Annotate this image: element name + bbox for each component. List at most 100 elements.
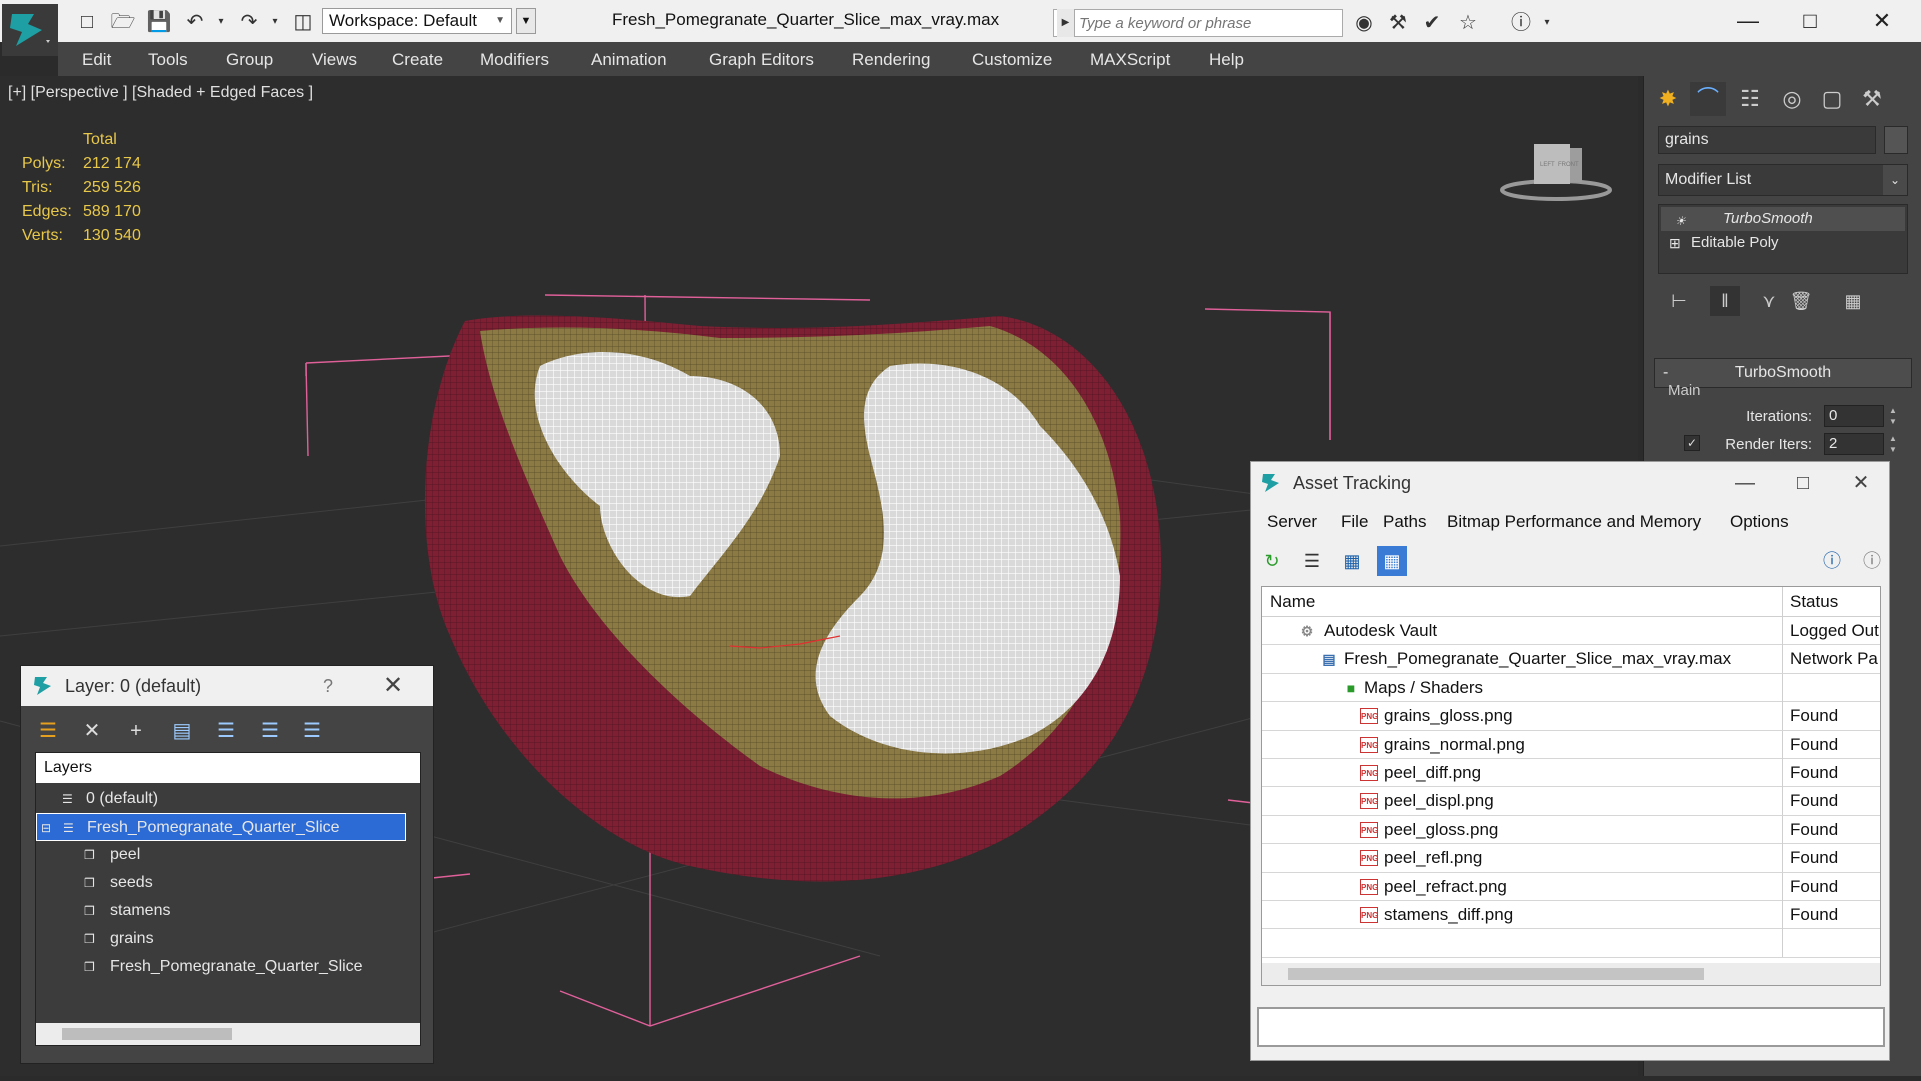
- lightbulb-icon[interactable]: ☀: [1675, 209, 1686, 233]
- search-expand-icon[interactable]: ▶: [1057, 9, 1075, 37]
- maximize-button[interactable]: □: [1790, 6, 1830, 36]
- utilities-tab-icon[interactable]: ⚒: [1854, 82, 1890, 116]
- redo-dropdown-icon[interactable]: ▾: [262, 10, 288, 34]
- delete-layer-icon[interactable]: ✕: [77, 716, 107, 746]
- asset-row[interactable]: PNG peel_refract.png Found: [1262, 872, 1880, 901]
- menu-server[interactable]: Server: [1267, 512, 1317, 532]
- object-row[interactable]: ❒ seeds: [36, 869, 406, 897]
- asset-row[interactable]: PNG peel_gloss.png Found: [1262, 815, 1880, 845]
- new-file-icon[interactable]: □: [74, 10, 100, 34]
- layer-row-selected[interactable]: ⊟ ☰ Fresh_Pomegranate_Quarter_Slice: [36, 813, 406, 841]
- menu-rendering[interactable]: Rendering: [852, 50, 930, 70]
- workspace-dropdown[interactable]: Workspace: Default ▼: [322, 8, 512, 34]
- context-help-icon[interactable]: ⓘ: [1857, 546, 1887, 576]
- highlight-layer-icon[interactable]: ☰: [211, 716, 241, 746]
- maximize-button[interactable]: □: [1779, 462, 1827, 504]
- close-icon[interactable]: ✕: [383, 666, 403, 706]
- help-dropdown-icon[interactable]: ▾: [1534, 11, 1560, 35]
- asset-row[interactable]: PNG grains_normal.png Found: [1262, 730, 1880, 759]
- object-row[interactable]: ❒ stamens: [36, 897, 406, 925]
- menu-maxscript[interactable]: MAXScript: [1090, 50, 1170, 70]
- menu-create[interactable]: Create: [392, 50, 443, 70]
- communication-center-icon[interactable]: ✔: [1419, 11, 1445, 35]
- create-layer-icon[interactable]: ☰: [33, 716, 63, 746]
- render-iters-checkbox[interactable]: ✓: [1684, 435, 1700, 451]
- table-view-icon[interactable]: ▦: [1377, 546, 1407, 576]
- project-folder-icon[interactable]: ◫: [290, 10, 316, 34]
- make-unique-icon[interactable]: ⋎: [1754, 286, 1784, 316]
- open-file-icon[interactable]: 🗁: [110, 10, 136, 34]
- save-icon[interactable]: 💾: [146, 10, 172, 34]
- viewport-label[interactable]: [+] [Perspective ] [Shaded + Edged Faces…: [8, 84, 313, 102]
- select-objects-icon[interactable]: ▤: [167, 716, 197, 746]
- freeze-layers-icon[interactable]: ☰: [297, 716, 327, 746]
- menu-help[interactable]: Help: [1209, 50, 1244, 70]
- pin-stack-icon[interactable]: ⊢: [1664, 286, 1694, 316]
- render-iters-input[interactable]: 2: [1824, 433, 1884, 455]
- tools-icon[interactable]: ⚒: [1385, 11, 1411, 35]
- menu-bitmap-performance[interactable]: Bitmap Performance and Memory: [1447, 512, 1701, 532]
- object-color-swatch[interactable]: [1884, 126, 1908, 154]
- show-end-result-icon[interactable]: ‖: [1710, 286, 1740, 316]
- app-logo-icon[interactable]: [2, 4, 58, 56]
- scrollbar-thumb[interactable]: [1288, 968, 1704, 980]
- menu-customize[interactable]: Customize: [972, 50, 1052, 70]
- menu-group[interactable]: Group: [226, 50, 273, 70]
- menu-edit[interactable]: Edit: [82, 50, 111, 70]
- iterations-input[interactable]: 0: [1824, 405, 1884, 427]
- horizontal-scrollbar[interactable]: [1262, 963, 1880, 985]
- tree-view-icon[interactable]: ▦: [1337, 546, 1367, 576]
- asset-row[interactable]: ▤ Fresh_Pomegranate_Quarter_Slice_max_vr…: [1262, 645, 1880, 674]
- asset-row[interactable]: PNG stamens_diff.png Found: [1262, 901, 1880, 930]
- menu-file[interactable]: File: [1341, 512, 1368, 532]
- minimize-button[interactable]: —: [1728, 6, 1768, 36]
- list-view-icon[interactable]: ☰: [1297, 546, 1327, 576]
- minimize-button[interactable]: —: [1721, 462, 1769, 504]
- configure-sets-icon[interactable]: ▦: [1838, 286, 1868, 316]
- menu-options[interactable]: Options: [1730, 512, 1789, 532]
- undo-icon[interactable]: ↶: [182, 10, 208, 34]
- undo-dropdown-icon[interactable]: ▾: [208, 10, 234, 34]
- spinner-icon[interactable]: ▲ ▼: [1886, 405, 1900, 427]
- spinner-icon[interactable]: ▲ ▼: [1886, 433, 1900, 455]
- horizontal-scrollbar[interactable]: [36, 1023, 420, 1045]
- binoculars-icon[interactable]: ◉: [1351, 11, 1377, 35]
- menu-tools[interactable]: Tools: [148, 50, 188, 70]
- layer-window-titlebar[interactable]: Layer: 0 (default) ? ✕: [21, 666, 433, 706]
- hide-layers-icon[interactable]: ☰: [255, 716, 285, 746]
- create-tab-icon[interactable]: ✸: [1650, 82, 1686, 116]
- object-row[interactable]: ❒ Fresh_Pomegranate_Quarter_Slice: [36, 953, 406, 981]
- name-column-header[interactable]: Name: [1270, 587, 1315, 617]
- asset-path-field[interactable]: [1257, 1007, 1885, 1047]
- layers-column-header[interactable]: Layers: [36, 753, 420, 783]
- object-row[interactable]: ❒ peel: [36, 841, 406, 869]
- menu-paths[interactable]: Paths: [1383, 512, 1426, 532]
- motion-tab-icon[interactable]: ◎: [1774, 82, 1810, 116]
- viewcube[interactable]: LEFT FRONT: [1500, 134, 1612, 207]
- asset-row[interactable]: ■ Maps / Shaders: [1262, 673, 1880, 703]
- layer-row[interactable]: ☰ 0 (default): [36, 785, 406, 813]
- close-button[interactable]: ✕: [1862, 6, 1902, 36]
- asset-row[interactable]: PNG grains_gloss.png Found: [1262, 702, 1880, 731]
- scrollbar-thumb[interactable]: [62, 1028, 232, 1040]
- menu-animation[interactable]: Animation: [591, 50, 667, 70]
- status-column-header[interactable]: Status: [1790, 587, 1838, 617]
- search-input[interactable]: [1077, 12, 1337, 34]
- add-to-layer-icon[interactable]: +: [121, 716, 151, 746]
- asset-row[interactable]: PNG peel_displ.png Found: [1262, 787, 1880, 816]
- remove-modifier-icon[interactable]: 🗑: [1786, 286, 1816, 316]
- stack-item-turbosmooth[interactable]: ☀ TurboSmooth: [1661, 207, 1905, 231]
- asset-row[interactable]: ⚙ Autodesk Vault Logged Out: [1262, 617, 1880, 646]
- asset-row[interactable]: PNG peel_refl.png Found: [1262, 844, 1880, 873]
- favorites-star-icon[interactable]: ☆: [1455, 11, 1481, 35]
- help-button[interactable]: ?: [323, 666, 333, 706]
- refresh-icon[interactable]: ↻: [1257, 546, 1287, 576]
- close-button[interactable]: ✕: [1837, 462, 1885, 504]
- stack-item-editable-poly[interactable]: ⊞ Editable Poly: [1661, 231, 1905, 255]
- asset-row[interactable]: PNG peel_diff.png Found: [1262, 759, 1880, 788]
- collapse-icon[interactable]: ⊟: [41, 821, 57, 835]
- help-icon[interactable]: ⓘ: [1508, 11, 1534, 35]
- modify-tab-icon[interactable]: ⌒: [1690, 82, 1726, 116]
- redo-icon[interactable]: ↷: [236, 10, 262, 34]
- menu-graph-editors[interactable]: Graph Editors: [709, 50, 814, 70]
